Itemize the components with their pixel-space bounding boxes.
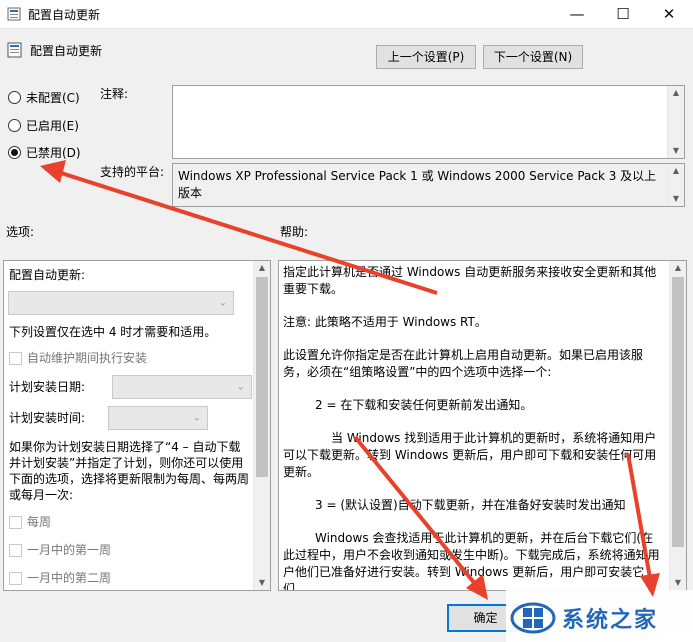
radio-not-configured[interactable]: 未配置(C)	[8, 88, 80, 106]
checkbox-icon[interactable]	[9, 544, 22, 557]
radio-label: 已禁用(D)	[26, 145, 81, 160]
maximize-icon[interactable]: ☐	[600, 0, 646, 28]
chevron-down-icon: ⌄	[192, 412, 201, 424]
scroll-down-icon[interactable]: ▼	[668, 192, 684, 206]
platform-text: Windows XP Professional Service Pack 1 或…	[178, 169, 657, 200]
help-p2: 注意: 此策略不适用于 Windows RT。	[283, 315, 487, 329]
watermark-logo-icon	[510, 602, 556, 634]
scroll-down-icon[interactable]: ▼	[254, 576, 270, 590]
weekly-checkbox-row[interactable]: 每周	[9, 513, 51, 530]
scroll-up-icon[interactable]: ▲	[670, 261, 686, 275]
minimize-icon[interactable]: —	[554, 0, 600, 28]
install-time-label: 计划安装时间:	[9, 411, 86, 425]
platform-label: 支持的平台:	[100, 165, 165, 179]
comment-textarea[interactable]: ▲ ▼	[172, 85, 685, 159]
radio-label: 已启用(E)	[26, 118, 79, 133]
platform-box: Windows XP Professional Service Pack 1 或…	[172, 163, 685, 207]
help-scrollbar[interactable]: ▲ ▼	[669, 261, 686, 590]
watermark: 系统之家	[506, 590, 693, 642]
help-p4: 2 = 在下载和安装任何更新前发出通知。	[315, 398, 533, 412]
checkbox-label: 一月中的第一周	[27, 543, 112, 557]
checkbox-icon[interactable]	[9, 352, 22, 365]
checkbox-label: 每周	[27, 515, 52, 529]
scroll-down-icon[interactable]: ▼	[670, 576, 686, 590]
help-p7: Windows 会查找适用于此计算机的更新，并在后台下载它们(在此过程中，用户不…	[283, 531, 660, 591]
checkbox-label: 一月中的第二周	[27, 571, 112, 585]
radio-disabled[interactable]: 已禁用(D)	[8, 143, 81, 161]
comment-scrollbar[interactable]: ▲ ▼	[667, 86, 684, 158]
radio-icon[interactable]	[8, 118, 21, 132]
arrow-head	[40, 160, 66, 183]
help-pane: 指定此计算机是否通过 Windows 自动更新服务来接收安全更新和其他重要下载。…	[278, 260, 687, 591]
previous-setting-button[interactable]: 上一个设置(P)	[376, 45, 476, 69]
help-p1: 指定此计算机是否通过 Windows 自动更新服务来接收安全更新和其他重要下载。	[283, 265, 657, 296]
comment-label: 注释:	[100, 87, 129, 101]
scroll-thumb[interactable]	[672, 277, 684, 547]
help-label: 帮助:	[280, 225, 309, 239]
watermark-text: 系统之家	[562, 608, 659, 633]
scroll-down-icon[interactable]: ▼	[668, 144, 684, 158]
checkbox-label: 自动维护期间执行安装	[27, 351, 148, 365]
checkbox-icon[interactable]	[9, 572, 22, 585]
schedule-paragraph: 如果你为计划安装日期选择了“4 – 自动下载并计划安装”并指定了计划，则你还可以…	[9, 440, 250, 502]
scroll-up-icon[interactable]: ▲	[668, 86, 684, 100]
help-p3: 此设置允许你指定是否在此计算机上启用自动更新。如果已启用该服务，必须在“组策略设…	[283, 348, 644, 379]
scroll-up-icon[interactable]: ▲	[668, 164, 684, 178]
policy-icon	[7, 7, 21, 21]
configure-label: 配置自动更新:	[9, 268, 86, 282]
options-scrollbar[interactable]: ▲ ▼	[253, 261, 270, 590]
checkbox-icon[interactable]	[9, 516, 22, 529]
install-day-dropdown[interactable]: ⌄	[112, 375, 252, 399]
configure-dropdown[interactable]: ⌄	[8, 291, 234, 315]
install-time-dropdown[interactable]: ⌄	[108, 406, 208, 430]
first-week-checkbox-row[interactable]: 一月中的第一周	[9, 541, 111, 558]
maintenance-checkbox-row[interactable]: 自动维护期间执行安装	[9, 349, 147, 366]
radio-icon[interactable]	[8, 90, 21, 104]
radio-selected-icon[interactable]	[8, 145, 21, 159]
options-note: 下列设置仅在选中 4 时才需要和适用。	[9, 325, 217, 339]
radio-enabled[interactable]: 已启用(E)	[8, 116, 79, 134]
scroll-up-icon[interactable]: ▲	[254, 261, 270, 275]
chevron-down-icon: ⌄	[236, 381, 245, 393]
close-icon[interactable]: ✕	[646, 0, 692, 28]
options-label: 选项:	[6, 225, 35, 239]
radio-label: 未配置(C)	[26, 90, 80, 105]
options-pane: 配置自动更新: ⌄ 下列设置仅在选中 4 时才需要和适用。 自动维护期间执行安装…	[3, 260, 271, 591]
second-week-checkbox-row[interactable]: 一月中的第二周	[9, 569, 111, 586]
scroll-thumb[interactable]	[256, 277, 268, 477]
window-title: 配置自动更新	[28, 8, 101, 22]
title-bar: 配置自动更新 — ☐ ✕	[0, 0, 693, 29]
chevron-down-icon: ⌄	[218, 297, 227, 309]
help-p5: 当 Windows 找到适用于此计算机的更新时，系统将通知用户可以下载更新。转到…	[283, 431, 657, 479]
platform-scrollbar[interactable]: ▲ ▼	[667, 164, 684, 206]
policy-name: 配置自动更新	[30, 44, 103, 58]
help-p6: 3 = (默认设置)自动下载更新，并在准备好安装时发出通知	[315, 498, 626, 512]
policy-header-icon	[7, 42, 22, 58]
install-day-label: 计划安装日期:	[9, 380, 86, 394]
next-setting-button[interactable]: 下一个设置(N)	[483, 45, 583, 69]
